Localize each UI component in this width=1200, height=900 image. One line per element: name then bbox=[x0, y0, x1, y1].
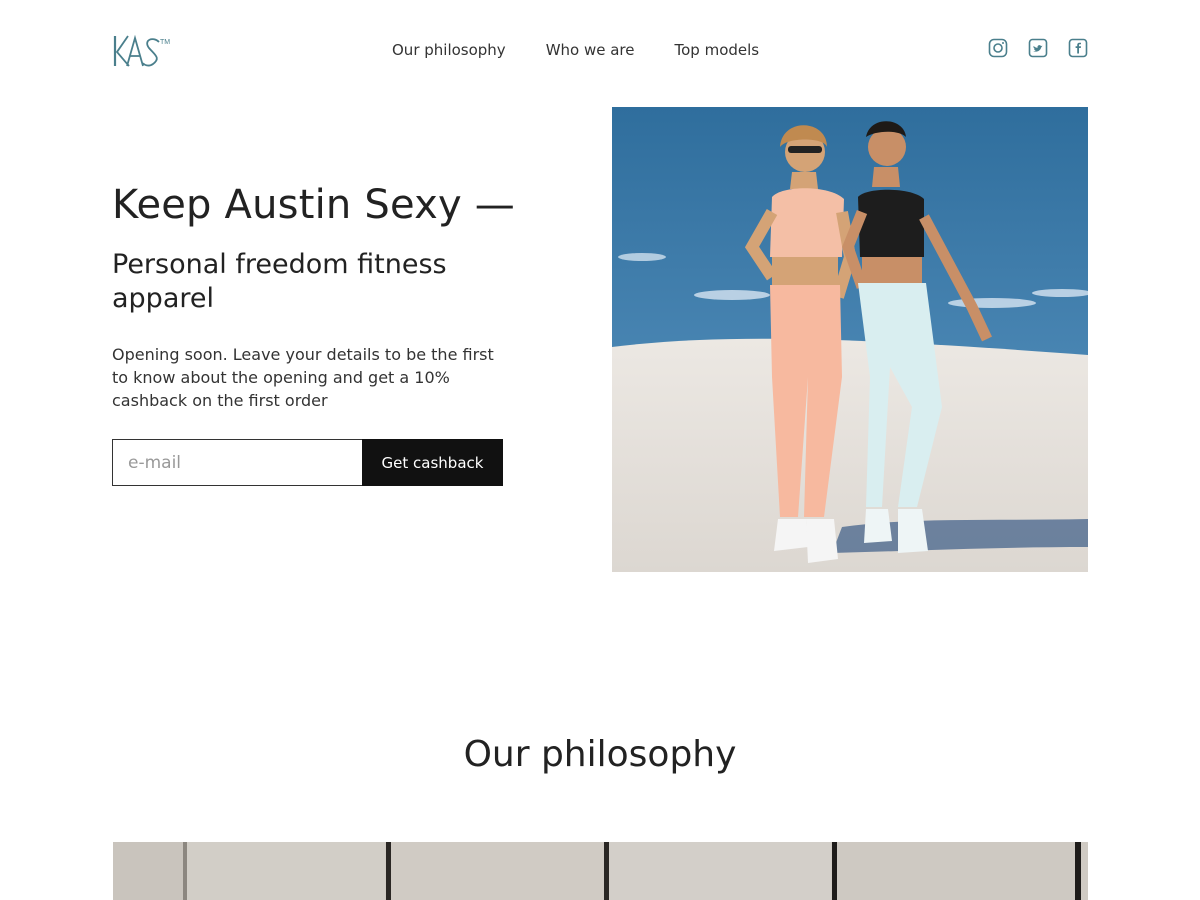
social-links bbox=[988, 38, 1088, 58]
nav-who-we-are[interactable]: Who we are bbox=[546, 40, 635, 60]
hero-subtitle: Personal freedom fitness apparel bbox=[112, 249, 447, 314]
hero-description: Opening soon. Leave your details to be t… bbox=[112, 345, 494, 410]
nav-top-models[interactable]: Top models bbox=[675, 40, 760, 60]
svg-text:TM: TM bbox=[160, 39, 170, 46]
facebook-icon[interactable] bbox=[1068, 38, 1088, 58]
instagram-icon[interactable] bbox=[988, 38, 1008, 58]
philosophy-photo bbox=[113, 842, 1088, 900]
email-input[interactable] bbox=[112, 439, 362, 486]
philosophy-title: Our philosophy bbox=[463, 734, 737, 775]
nav-our-philosophy[interactable]: Our philosophy bbox=[392, 40, 506, 60]
hero-title: Keep Austin Sexy — bbox=[112, 182, 515, 228]
twitter-icon[interactable] bbox=[1028, 38, 1048, 58]
cashback-form: Get cashback bbox=[112, 439, 503, 486]
header: TM Our philosophy Who we are Top models bbox=[0, 0, 1200, 100]
hero-photo bbox=[612, 107, 1088, 572]
main-nav: Our philosophy Who we are Top models bbox=[392, 40, 759, 60]
get-cashback-button[interactable]: Get cashback bbox=[362, 439, 503, 486]
kas-logo[interactable]: TM bbox=[113, 28, 173, 70]
